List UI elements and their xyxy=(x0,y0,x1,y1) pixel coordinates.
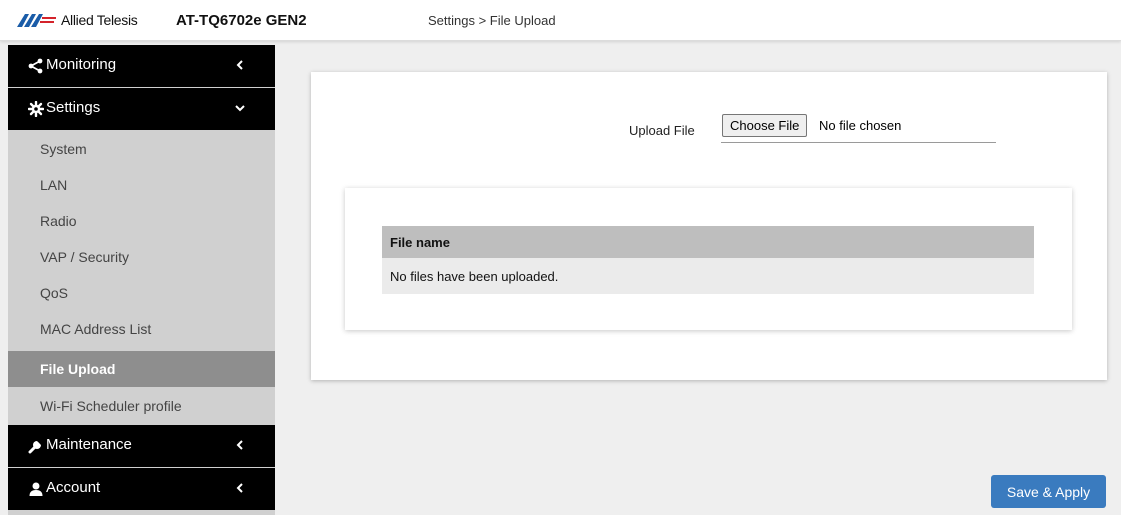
gear-icon xyxy=(28,101,44,117)
file-input-underline xyxy=(721,142,996,143)
nav-group-monitoring[interactable]: Monitoring xyxy=(8,45,275,87)
save-apply-button[interactable]: Save & Apply xyxy=(991,475,1106,508)
sidebar-item-vap-security[interactable]: VAP / Security xyxy=(8,239,275,275)
nav-group-settings[interactable]: Settings xyxy=(8,88,275,130)
nav-group-label: Account xyxy=(46,479,101,496)
sidebar-item-file-upload[interactable]: File Upload xyxy=(8,351,275,387)
breadcrumb: Settings > File Upload xyxy=(428,13,556,28)
sidebar: Monitoring Settings System LAN Radio VAP… xyxy=(8,45,275,515)
brand-name: Allied Telesis xyxy=(61,12,138,28)
nav-group-label: Monitoring xyxy=(46,56,117,73)
file-status-text: No file chosen xyxy=(819,118,902,133)
nav-group-maintenance[interactable]: Maintenance xyxy=(8,425,275,467)
sidebar-item-mac-address-list[interactable]: MAC Address List xyxy=(8,311,275,347)
device-model: AT-TQ6702e GEN2 xyxy=(176,12,307,29)
chevron-left-icon xyxy=(236,440,243,450)
nav-group-account[interactable]: Account xyxy=(8,468,275,510)
sidebar-item-qos[interactable]: QoS xyxy=(8,275,275,311)
chevron-down-icon xyxy=(235,105,245,112)
chevron-left-icon xyxy=(236,60,243,70)
table-row: No files have been uploaded. xyxy=(382,258,1034,294)
share-icon xyxy=(28,58,43,74)
user-icon xyxy=(29,482,43,496)
chevron-left-icon xyxy=(236,483,243,493)
choose-file-button[interactable]: Choose File xyxy=(722,114,808,137)
sidebar-item-radio[interactable]: Radio xyxy=(8,203,275,239)
nav-group-label: Settings xyxy=(46,99,101,116)
sidebar-item-lan[interactable]: LAN xyxy=(8,167,275,203)
wrench-icon xyxy=(28,441,41,454)
allied-telesis-logo-icon xyxy=(17,14,56,27)
column-header-file-name: File name xyxy=(390,235,450,250)
sidebar-item-system[interactable]: System xyxy=(8,131,275,167)
top-header: Allied Telesis AT-TQ6702e GEN2 Settings … xyxy=(0,0,1121,41)
table-header: File name xyxy=(382,226,1034,258)
brand-logo: Allied Telesis xyxy=(17,12,138,28)
uploaded-files-card: File name No files have been uploaded. xyxy=(345,188,1072,330)
upload-file-label: Upload File xyxy=(629,123,695,138)
empty-table-message: No files have been uploaded. xyxy=(390,269,559,284)
file-upload-panel: Upload File Choose File No file chosen F… xyxy=(311,72,1107,380)
nav-group-label: Maintenance xyxy=(46,436,132,453)
sidebar-item-wifi-scheduler-profile[interactable]: Wi-Fi Scheduler profile xyxy=(8,388,275,424)
